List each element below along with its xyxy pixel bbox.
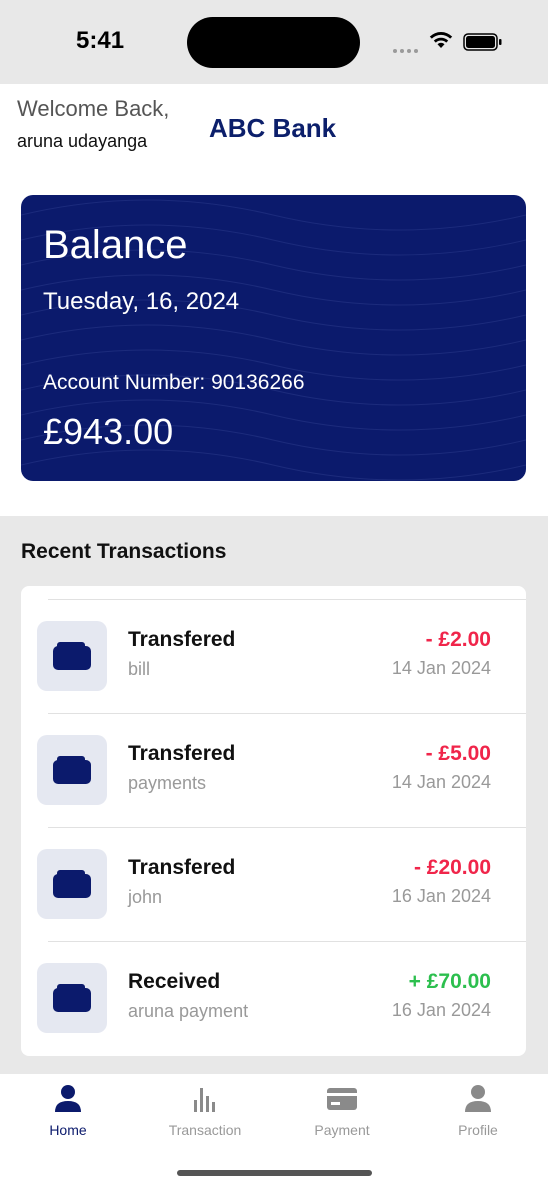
balance-amount: £943.00 — [43, 411, 174, 452]
user-name: aruna udayanga — [17, 131, 148, 151]
dynamic-island — [187, 17, 360, 68]
transaction-date: 16 Jan 2024 — [391, 886, 491, 906]
transaction-description: aruna payment — [128, 1001, 249, 1021]
transactions-section: Recent Transactions Transfered bill - £2… — [0, 516, 548, 1074]
wallet-icon — [37, 963, 107, 1033]
person-icon — [465, 1085, 491, 1112]
balance-date: Tuesday, 16, 2024 — [43, 288, 240, 315]
transaction-row[interactable]: Transfered john - £20.00 16 Jan 2024 — [21, 827, 526, 941]
row-divider — [48, 941, 526, 942]
row-divider — [48, 827, 526, 828]
status-bar: 5:41 — [0, 0, 548, 84]
transaction-description: john — [128, 887, 163, 907]
row-divider — [48, 599, 526, 600]
transaction-date: 16 Jan 2024 — [391, 1000, 491, 1020]
bank-name: ABC Bank — [209, 113, 337, 143]
transaction-date: 14 Jan 2024 — [391, 772, 491, 792]
status-time: 5:41 — [76, 27, 125, 54]
nav-payment[interactable]: Payment — [282, 1084, 402, 1138]
wallet-icon — [37, 849, 107, 919]
battery-icon — [463, 33, 502, 51]
account-number: Account Number: 90136266 — [43, 371, 305, 394]
wallet-icon — [37, 735, 107, 805]
balance-card: Balance Tuesday, 16, 2024 Account Number… — [21, 195, 526, 481]
credit-card-icon — [327, 1088, 357, 1110]
transaction-amount: - £20.00 — [413, 856, 491, 879]
transaction-row[interactable]: Transfered payments - £5.00 14 Jan 2024 — [21, 713, 526, 827]
transactions-list[interactable]: Transfered bill - £2.00 14 Jan 2024 Tran… — [21, 586, 526, 1056]
nav-label-profile: Profile — [458, 1122, 498, 1138]
nav-label-home: Home — [49, 1122, 87, 1138]
nav-transaction[interactable]: Transaction — [145, 1084, 265, 1138]
nav-home[interactable]: Home — [8, 1084, 128, 1138]
balance-title: Balance — [43, 223, 188, 267]
transaction-title: Transfered — [128, 856, 236, 879]
transaction-title: Transfered — [128, 628, 236, 651]
transaction-amount: - £5.00 — [425, 742, 491, 765]
nav-profile[interactable]: Profile — [418, 1084, 538, 1138]
transaction-amount: + £70.00 — [408, 970, 491, 993]
transaction-description: payments — [128, 773, 207, 793]
transaction-row[interactable]: Transfered bill - £2.00 14 Jan 2024 — [21, 599, 526, 713]
transaction-amount: - £2.00 — [425, 628, 491, 651]
home-indicator[interactable] — [177, 1170, 372, 1176]
transaction-title: Received — [128, 970, 221, 993]
transaction-row[interactable]: Received aruna payment + £70.00 16 Jan 2… — [21, 941, 526, 1055]
wallet-icon — [37, 621, 107, 691]
section-heading: Recent Transactions — [21, 540, 227, 563]
welcome-text: Welcome Back, — [17, 96, 170, 121]
bar-chart-icon — [194, 1088, 215, 1112]
nav-label-payment: Payment — [314, 1122, 370, 1138]
nav-label-transaction: Transaction — [168, 1122, 242, 1138]
transaction-description: bill — [128, 659, 151, 679]
transaction-date: 14 Jan 2024 — [391, 658, 491, 678]
row-divider — [48, 713, 526, 714]
transaction-title: Transfered — [128, 742, 236, 765]
person-icon — [55, 1085, 81, 1112]
wifi-icon — [429, 32, 453, 48]
cellular-signal-icon — [393, 40, 421, 58]
